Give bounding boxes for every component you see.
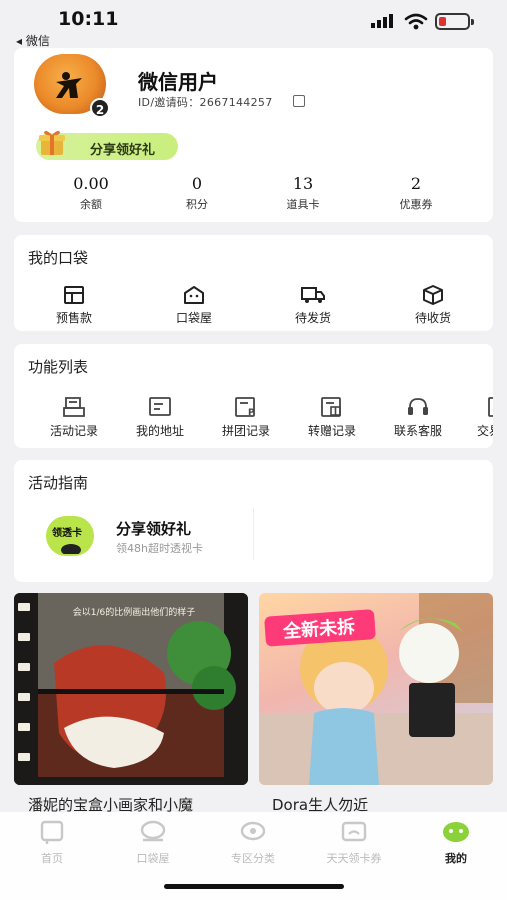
stat-value: 0.00 <box>73 174 109 193</box>
guide-card-title[interactable]: 分享领好礼 <box>116 518 191 539</box>
stat-label: 优惠券 <box>399 198 433 211</box>
stat-points[interactable]: 0 积分 <box>147 174 247 212</box>
avatar-figure-icon <box>56 72 82 98</box>
function-item-activity[interactable]: 活动记录 <box>29 396 119 439</box>
tab-category[interactable]: 专区分类 <box>213 820 293 866</box>
user-id: ID/邀请码：2667144257 <box>138 96 273 109</box>
mine-tab-icon <box>443 822 469 842</box>
pocket-title: 我的口袋 <box>28 249 89 267</box>
headset-icon <box>408 398 428 415</box>
battery-icon <box>435 13 474 30</box>
stat-value: 0 <box>191 174 203 193</box>
pocket-item-label: 待发货 <box>294 311 331 325</box>
tab-pocket-house[interactable]: 口袋屋 <box>113 820 193 866</box>
guide-card-subtitle: 领48h超时透视卡 <box>116 542 203 555</box>
pocket-tab-icon <box>140 820 166 842</box>
tab-mine[interactable]: 我的 <box>416 820 496 866</box>
tab-label: 口袋屋 <box>136 852 170 865</box>
svg-text:P: P <box>248 408 255 418</box>
address-icon <box>149 397 171 416</box>
function-item-group-buy[interactable]: P 拼团记录 <box>201 396 291 439</box>
function-item-trade[interactable]: 交易 <box>459 396 493 444</box>
guide-title: 活动指南 <box>28 474 89 492</box>
clock: 10:11 <box>58 8 119 30</box>
tab-label: 专区分类 <box>231 852 275 865</box>
gift-box-icon <box>39 130 65 155</box>
pocket-item-label: 口袋屋 <box>175 311 212 325</box>
wifi-icon <box>404 13 428 30</box>
stat-label: 余额 <box>80 198 102 211</box>
status-bar: 10:11 ◂ 微信 <box>0 0 507 48</box>
username: 微信用户 <box>138 70 218 94</box>
tab-label: 我的 <box>445 852 467 865</box>
pocket-item-presale[interactable]: 预售款 <box>29 285 119 326</box>
pocket-item-to-ship[interactable]: 待发货 <box>268 285 358 326</box>
function-item-label: 交易 <box>477 424 493 438</box>
stat-label: 积分 <box>186 198 208 211</box>
pocket-house-icon <box>184 286 204 304</box>
truck-icon <box>301 287 325 303</box>
coupon-tab-icon <box>341 821 367 842</box>
presale-icon <box>64 286 84 304</box>
divider <box>253 508 254 560</box>
share-gift-label: 分享领好礼 <box>90 143 156 158</box>
back-to-wechat-link[interactable]: ◂ 微信 <box>16 32 50 49</box>
product-card-image[interactable]: 全新未拆 <box>259 593 493 785</box>
activity-record-icon <box>63 397 85 417</box>
stat-balance[interactable]: 0.00 余额 <box>41 174 141 212</box>
tab-home[interactable]: 首页 <box>12 820 92 866</box>
see-through-card-icon[interactable]: 领透卡 <box>46 516 94 556</box>
stat-coupons[interactable]: 2 优惠券 <box>366 174 466 212</box>
product-image-caption: 会以1/6的比例画出他们的样子 <box>73 606 196 618</box>
stat-value: 13 <box>292 174 314 193</box>
function-item-gift-transfer[interactable]: 转赠记录 <box>287 396 377 439</box>
group-buy-icon: P <box>235 397 255 418</box>
stat-value: 2 <box>410 174 422 193</box>
product-card-image[interactable]: 会以1/6的比例画出他们的样子 <box>14 593 248 785</box>
product-image-figure: 全新未拆 <box>259 593 493 785</box>
function-item-customer-service[interactable]: 联系客服 <box>373 396 463 439</box>
copy-icon[interactable] <box>293 95 305 107</box>
pocket-item-to-receive[interactable]: 待收货 <box>388 285 478 326</box>
home-indicator <box>164 884 344 889</box>
function-item-label: 活动记录 <box>49 424 98 438</box>
pocket-item-house[interactable]: 口袋屋 <box>149 285 239 326</box>
tab-label: 天天领卡券 <box>326 852 382 865</box>
pocket-item-label: 预售款 <box>55 311 92 325</box>
product-image-film: 会以1/6的比例画出他们的样子 <box>14 593 248 785</box>
guide-card-badge: 领透卡 <box>52 528 82 539</box>
package-icon <box>423 285 443 305</box>
trade-icon <box>488 397 493 417</box>
signal-icon <box>371 14 393 28</box>
functions-title: 功能列表 <box>28 358 89 376</box>
tab-label: 首页 <box>41 852 63 865</box>
eye-icon <box>61 544 81 554</box>
function-item-address[interactable]: 我的地址 <box>115 396 205 439</box>
stat-label: 道具卡 <box>286 198 320 211</box>
share-gift-button[interactable]: 分享领好礼 <box>36 130 178 160</box>
level-badge: 2 <box>90 98 110 118</box>
pocket-item-label: 待收货 <box>414 311 451 325</box>
function-item-label: 拼团记录 <box>221 424 270 438</box>
home-tab-icon <box>40 820 64 844</box>
gift-transfer-icon <box>321 397 341 417</box>
tab-daily-coupons[interactable]: 天天领卡券 <box>314 820 394 866</box>
function-item-label: 转赠记录 <box>307 424 356 438</box>
stat-prop-cards[interactable]: 13 道具卡 <box>253 174 353 212</box>
category-tab-icon <box>240 821 266 841</box>
function-item-label: 我的地址 <box>135 424 184 438</box>
function-item-label: 联系客服 <box>393 424 442 438</box>
